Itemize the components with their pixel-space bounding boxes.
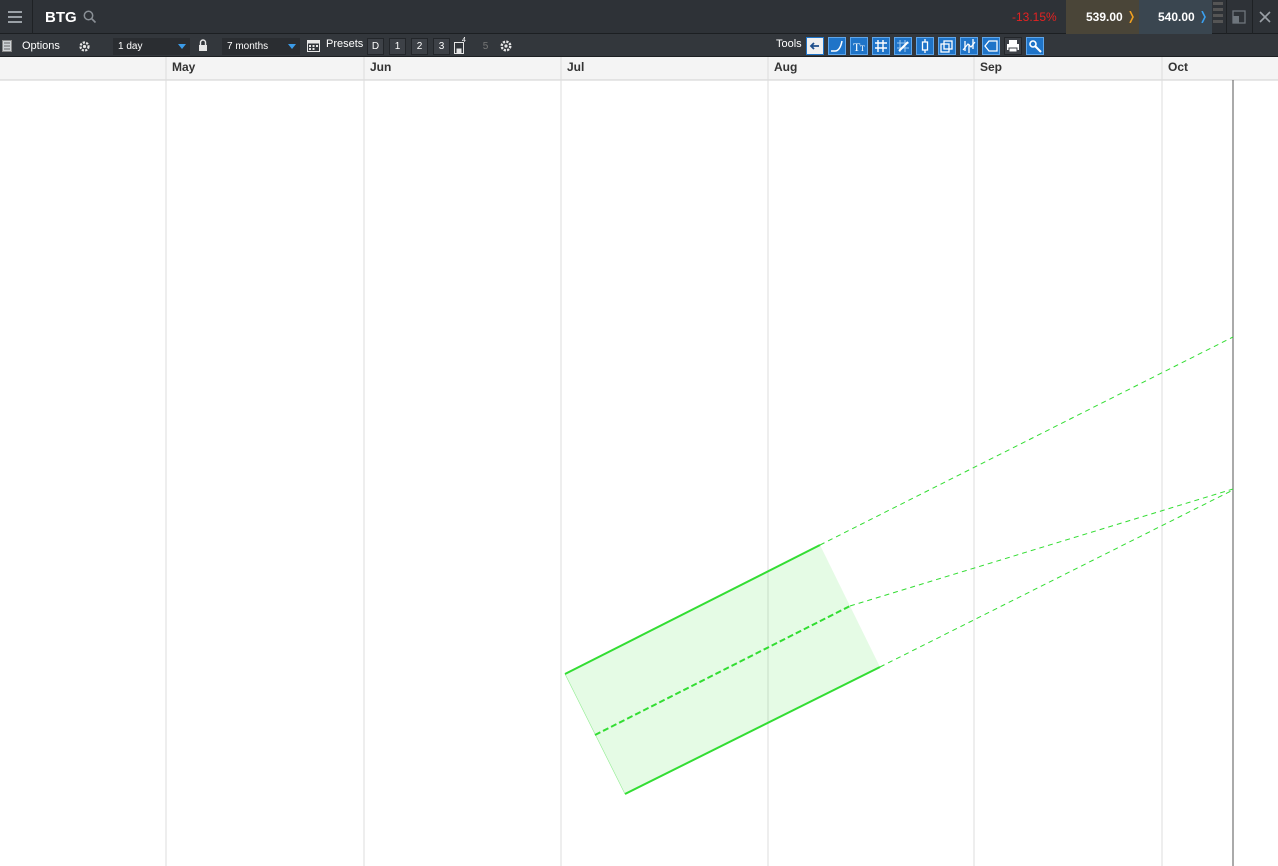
indicator-tool[interactable] bbox=[960, 37, 978, 55]
pointer-tool[interactable] bbox=[806, 37, 824, 55]
lock-icon[interactable] bbox=[198, 39, 208, 52]
month-label: Oct bbox=[1168, 60, 1188, 74]
buy-price: 540.00 bbox=[1158, 10, 1195, 24]
candle-tool[interactable] bbox=[916, 37, 934, 55]
month-label: Sep bbox=[980, 60, 1002, 74]
curve-tool[interactable] bbox=[828, 37, 846, 55]
preset-button-3[interactable]: 3 bbox=[433, 38, 450, 55]
grid-icon bbox=[875, 40, 887, 52]
preset-4-label: 4 bbox=[462, 37, 466, 44]
top-bar: BTG -13.15% 539.00 540.00 bbox=[0, 0, 1278, 34]
month-label: Aug bbox=[774, 60, 797, 74]
grid-tool[interactable] bbox=[872, 37, 890, 55]
sell-button[interactable]: 539.00 bbox=[1066, 0, 1139, 34]
gear-icon[interactable] bbox=[78, 40, 91, 53]
chevron-down-icon bbox=[178, 44, 186, 49]
tag-tool[interactable] bbox=[982, 37, 1000, 55]
interval-value: 1 day bbox=[118, 41, 143, 52]
indicator-icon bbox=[962, 39, 976, 53]
preset-button-4[interactable]: 4 bbox=[454, 37, 471, 55]
layers-tool[interactable] bbox=[938, 37, 956, 55]
candle-icon bbox=[921, 39, 929, 53]
document-icon[interactable] bbox=[2, 40, 12, 52]
pencil-grid-icon bbox=[897, 40, 909, 52]
curve-icon bbox=[831, 40, 843, 52]
price-chart[interactable]: MayJunJulAugSepOct720.00710.00700.00690.… bbox=[0, 57, 1278, 866]
print-button[interactable] bbox=[1004, 37, 1022, 55]
month-label: May bbox=[172, 60, 196, 74]
chart-settings-button[interactable] bbox=[1026, 37, 1044, 55]
arrow-left-icon bbox=[809, 42, 819, 50]
up-arrow-icon bbox=[1201, 11, 1206, 23]
print-icon bbox=[1007, 40, 1019, 53]
sell-price: 539.00 bbox=[1086, 10, 1123, 24]
chevron-down-icon bbox=[288, 44, 296, 49]
preset-button-2[interactable]: 2 bbox=[411, 38, 428, 55]
preset-button-d[interactable]: D bbox=[367, 38, 384, 55]
buy-button[interactable]: 540.00 bbox=[1139, 0, 1212, 34]
draw-tool[interactable] bbox=[894, 37, 912, 55]
settings-gear-icon[interactable] bbox=[499, 39, 513, 53]
down-arrow-icon bbox=[1129, 11, 1134, 23]
symbol-label: BTG bbox=[45, 9, 77, 26]
divider bbox=[1226, 0, 1227, 34]
tag-icon bbox=[984, 40, 998, 52]
preset-button-1[interactable]: 1 bbox=[389, 38, 406, 55]
close-icon[interactable] bbox=[1259, 11, 1271, 23]
calendar-icon[interactable] bbox=[307, 39, 320, 52]
chart-toolbar bbox=[0, 34, 1278, 57]
price-change: -13.15% bbox=[1012, 10, 1057, 24]
tools-label: Tools bbox=[776, 38, 802, 50]
search-icon[interactable] bbox=[83, 10, 97, 24]
svg-text:T: T bbox=[860, 44, 865, 53]
month-label: Jul bbox=[567, 60, 584, 74]
range-dropdown[interactable]: 7 months bbox=[222, 38, 300, 55]
text-icon: TT bbox=[853, 40, 865, 54]
scroll-handle[interactable] bbox=[1213, 2, 1223, 30]
layers-icon bbox=[940, 40, 953, 53]
wrench-icon bbox=[1029, 40, 1042, 53]
menu-icon[interactable] bbox=[8, 11, 22, 23]
text-tool[interactable]: TT bbox=[850, 37, 868, 55]
month-label: Jun bbox=[370, 60, 391, 74]
popout-icon[interactable] bbox=[1232, 10, 1246, 24]
divider bbox=[1252, 0, 1253, 34]
presets-label: Presets bbox=[326, 38, 364, 50]
options-menu[interactable]: Options bbox=[22, 39, 60, 53]
range-value: 7 months bbox=[227, 41, 269, 52]
divider bbox=[32, 0, 33, 34]
preset-button-5[interactable]: 5 bbox=[477, 38, 494, 55]
interval-dropdown[interactable]: 1 day bbox=[113, 38, 190, 55]
